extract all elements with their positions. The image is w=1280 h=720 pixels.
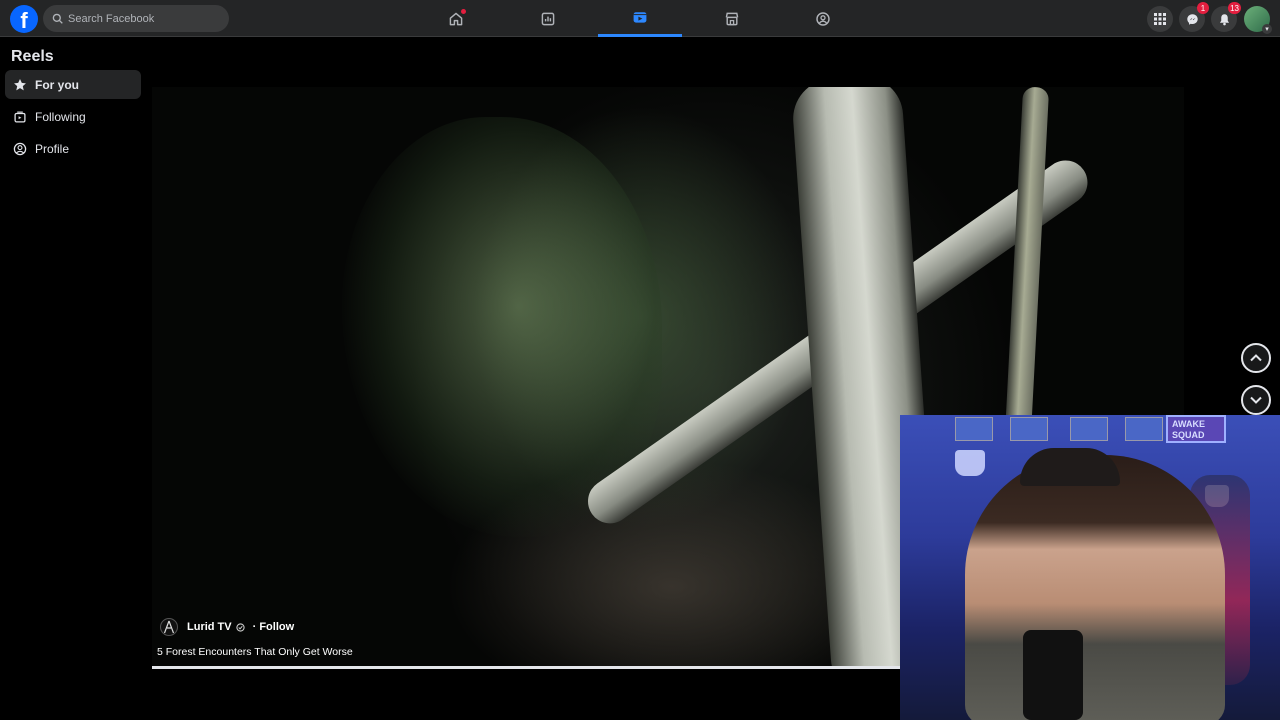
dashboard-icon bbox=[541, 12, 555, 25]
webcam-lamp bbox=[955, 450, 985, 476]
webcam-streamer bbox=[965, 455, 1225, 720]
uploader-avatar[interactable] bbox=[160, 618, 178, 636]
menu-button[interactable] bbox=[1147, 6, 1173, 32]
video-thin-tree bbox=[1004, 87, 1050, 438]
marketplace-icon bbox=[725, 12, 739, 25]
webcam-overlay: AWAKE SQUAD bbox=[900, 415, 1280, 720]
sidebar-item-for-you[interactable]: For you bbox=[5, 70, 141, 99]
webcam-neon-sign: AWAKE SQUAD bbox=[1166, 415, 1226, 443]
top-navigation-bar: f 1 13 ▾ bbox=[0, 0, 1280, 37]
webcam-poster bbox=[1125, 417, 1163, 441]
chevron-down-icon bbox=[1250, 396, 1262, 404]
uploader-logo-icon bbox=[163, 620, 175, 634]
follow-button[interactable]: · Follow bbox=[253, 621, 295, 633]
messenger-button[interactable]: 1 bbox=[1179, 2, 1209, 32]
tab-marketplace[interactable] bbox=[690, 0, 774, 37]
search-input[interactable] bbox=[68, 12, 218, 25]
facebook-logo[interactable]: f bbox=[10, 5, 38, 33]
tab-dashboard[interactable] bbox=[506, 0, 590, 37]
webcam-streamer-hat bbox=[1020, 448, 1120, 486]
next-reel-button[interactable] bbox=[1241, 385, 1271, 415]
sidebar-item-label: For you bbox=[35, 77, 79, 92]
reel-caption: 5 Forest Encounters That Only Get Worse bbox=[157, 646, 353, 658]
notifications-button[interactable]: 13 bbox=[1211, 2, 1241, 32]
reel-progress-bar[interactable] bbox=[152, 666, 902, 669]
messenger-icon bbox=[1186, 13, 1198, 25]
grid-menu-icon bbox=[1154, 13, 1166, 25]
sidebar-item-label: Profile bbox=[35, 141, 70, 156]
sidebar-item-profile[interactable]: Profile bbox=[5, 134, 141, 163]
home-notification-dot bbox=[461, 9, 466, 14]
notifications-badge: 13 bbox=[1228, 2, 1241, 14]
tab-home[interactable] bbox=[414, 0, 498, 37]
chevron-up-icon bbox=[1250, 354, 1262, 362]
previous-reel-button[interactable] bbox=[1241, 343, 1271, 373]
tab-video[interactable] bbox=[598, 0, 682, 37]
search-box[interactable] bbox=[43, 5, 229, 32]
star-icon bbox=[13, 78, 27, 92]
messenger-badge: 1 bbox=[1197, 2, 1209, 14]
groups-icon bbox=[816, 11, 830, 26]
tab-groups[interactable] bbox=[781, 0, 865, 37]
sidebar-item-following[interactable]: Following bbox=[5, 102, 141, 131]
webcam-poster bbox=[1070, 417, 1108, 441]
facebook-logo-letter: f bbox=[20, 8, 28, 33]
video-icon bbox=[633, 12, 647, 23]
webcam-poster bbox=[955, 417, 993, 441]
reel-uploader: Lurid TV · Follow bbox=[160, 618, 294, 636]
webcam-poster bbox=[1010, 417, 1048, 441]
sidebar-title: Reels bbox=[11, 48, 54, 65]
sidebar-item-label: Following bbox=[35, 109, 86, 124]
search-icon bbox=[52, 13, 63, 24]
profile-icon bbox=[13, 142, 27, 156]
verified-icon bbox=[235, 622, 245, 632]
webcam-microphone bbox=[1023, 630, 1083, 720]
bell-icon bbox=[1219, 13, 1229, 25]
chevron-down-icon[interactable]: ▾ bbox=[1262, 24, 1272, 34]
uploader-name[interactable]: Lurid TV bbox=[187, 621, 232, 633]
following-icon bbox=[13, 110, 27, 124]
